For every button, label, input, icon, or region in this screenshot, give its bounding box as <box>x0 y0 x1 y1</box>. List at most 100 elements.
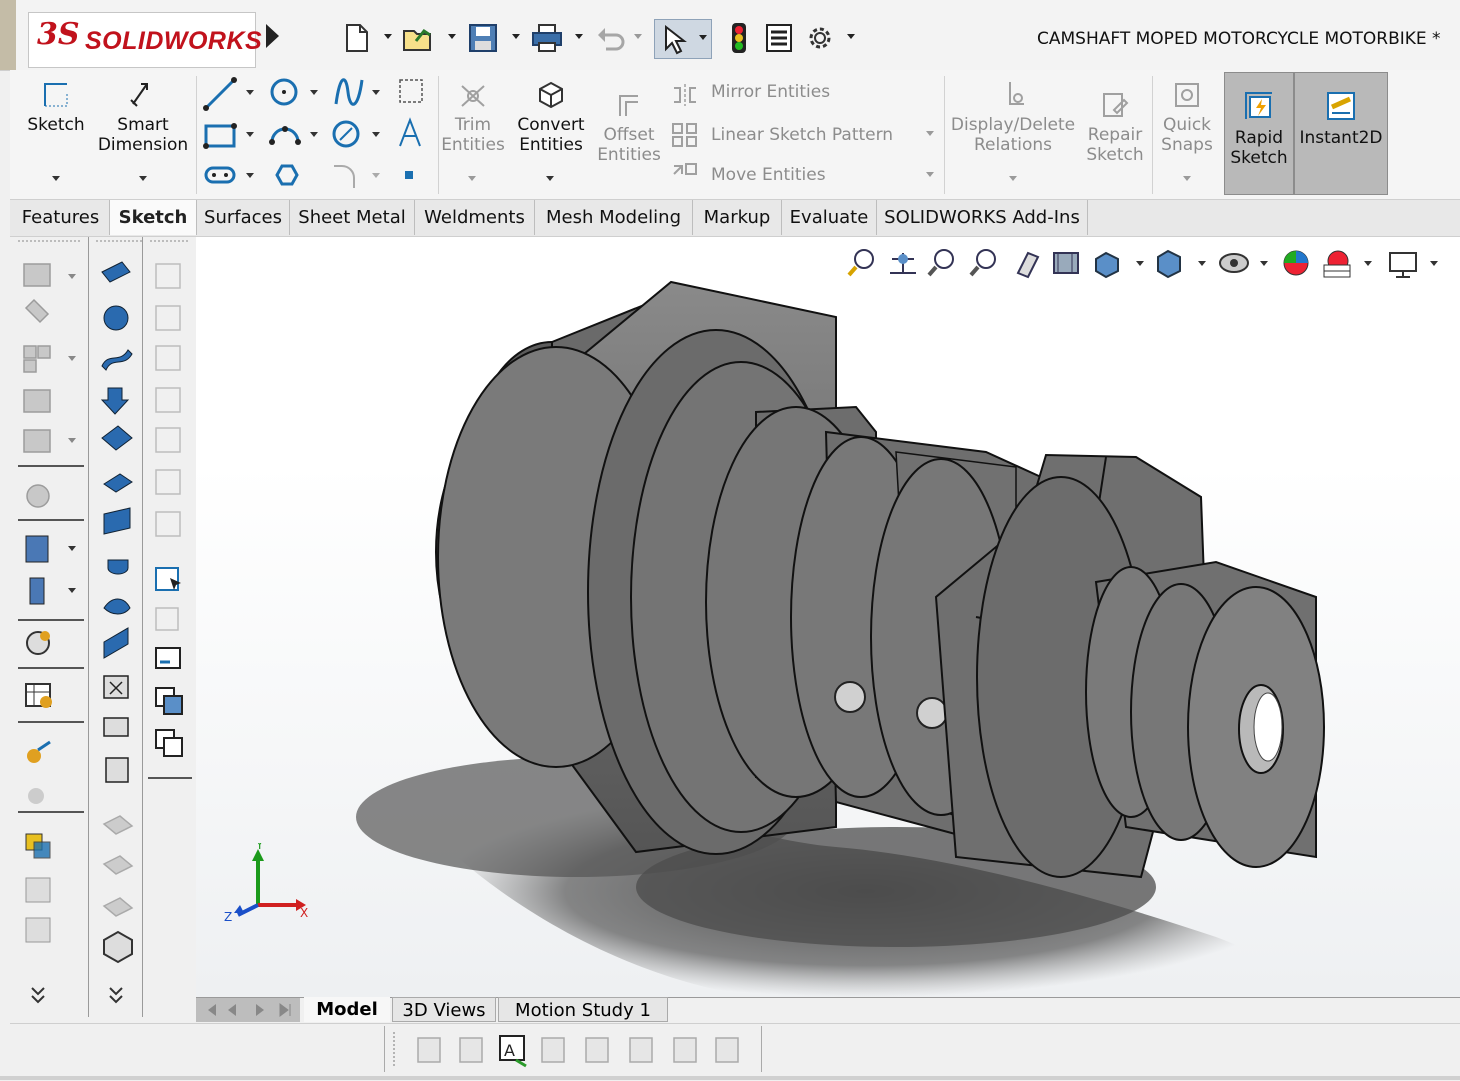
left-toolbar-icons <box>18 240 192 1004</box>
svg-text:A: A <box>504 1041 515 1060</box>
relations-label-1: Display/Delete <box>950 115 1076 135</box>
offset-label-1: Offset <box>603 125 655 145</box>
new-document-icon[interactable] <box>340 20 374 56</box>
smart-dimension-button[interactable]: Smart Dimension <box>96 80 190 155</box>
tab-solidworks-add-ins[interactable]: SOLIDWORKS Add-Ins <box>877 200 1088 235</box>
tab-surfaces[interactable]: Surfaces <box>197 200 290 235</box>
instant2d-label: Instant2D <box>1299 128 1383 148</box>
linear-sketch-pattern-label: Linear Sketch Pattern <box>711 125 894 145</box>
quick-snaps-icon <box>1175 83 1199 107</box>
undo-dropdown-icon[interactable] <box>634 34 642 39</box>
move-entities-dropdown-icon[interactable] <box>926 172 934 177</box>
solidworks-logo[interactable]: 3S SOLIDWORKS <box>28 12 262 68</box>
open-dropdown-icon[interactable] <box>448 34 456 39</box>
print-dropdown-icon[interactable] <box>575 34 583 39</box>
smart-dimension-icon <box>130 83 148 107</box>
convert-dropdown-icon[interactable] <box>546 176 554 181</box>
fillet-icon <box>334 165 355 188</box>
sketch-entities-grid <box>203 77 423 188</box>
open-document-icon[interactable] <box>402 20 436 56</box>
relations-icon <box>1009 82 1024 105</box>
convert-label-2: Entities <box>519 135 583 155</box>
instant2d-icon <box>1327 92 1355 120</box>
relations-dropdown-icon[interactable] <box>1009 176 1017 181</box>
sketch-dropdown-icon[interactable] <box>52 176 60 181</box>
trim-label-2: Entities <box>441 135 505 155</box>
offset-entities-icon <box>619 95 638 116</box>
point-icon <box>405 171 413 179</box>
trim-label-1: Trim <box>454 115 492 135</box>
options-dropdown-icon[interactable] <box>847 34 855 39</box>
circle-icon <box>270 78 298 106</box>
trim-dropdown-icon[interactable] <box>468 176 476 181</box>
options-gear-icon[interactable] <box>803 20 837 56</box>
rapid-sketch-button[interactable]: Rapid Sketch <box>1224 72 1294 195</box>
sketch-button[interactable]: Sketch <box>22 80 90 135</box>
sketch-label: Sketch <box>27 115 85 135</box>
tab-scroll-buttons[interactable] <box>196 998 300 1022</box>
tab-3d-views[interactable]: 3D Views <box>392 997 496 1022</box>
rebuild-traffic-light-icon[interactable] <box>722 20 756 56</box>
ellipse-icon <box>332 120 360 148</box>
tab-sketch[interactable]: Sketch <box>110 200 197 235</box>
smart-label-2: Dimension <box>97 135 189 155</box>
window-bottom-edge <box>0 1076 1460 1080</box>
graphics-area[interactable]: Y X Z <box>196 237 1460 997</box>
tab-mesh-modeling[interactable]: Mesh Modeling <box>535 200 693 235</box>
smart-label-1: Smart <box>117 115 169 135</box>
sketch-text-box-icon <box>399 79 423 103</box>
mirror-entities-icon <box>674 84 696 106</box>
file-properties-icon[interactable] <box>762 20 796 56</box>
convert-label-1: Convert <box>517 115 585 135</box>
rapid-label-2: Sketch <box>1230 148 1288 168</box>
triad-z-label: Z <box>224 910 232 923</box>
undo-icon[interactable] <box>594 20 628 56</box>
arc-icon <box>269 126 301 145</box>
select-cursor-icon <box>665 25 687 55</box>
save-dropdown-icon[interactable] <box>512 34 520 39</box>
tab-markup[interactable]: Markup <box>693 200 782 235</box>
save-icon[interactable] <box>466 20 500 56</box>
linear-pattern-icon <box>672 123 697 147</box>
polygon-icon <box>275 164 299 186</box>
print-icon[interactable] <box>530 20 564 56</box>
display-delete-relations-button[interactable]: Display/Delete Relations <box>950 80 1076 155</box>
tab-weldments[interactable]: Weldments <box>415 200 535 235</box>
instant2d-button[interactable]: Instant2D <box>1294 72 1388 195</box>
tab-motion-study-1[interactable]: Motion Study 1 <box>498 997 668 1022</box>
quick-snaps-dropdown-icon[interactable] <box>1183 176 1191 181</box>
triad-y-label: Y <box>255 843 264 852</box>
camshaft-3d-model[interactable] <box>196 237 1460 997</box>
move-entities-icon <box>673 163 697 175</box>
select-button[interactable] <box>654 19 712 59</box>
line-icon <box>203 77 237 111</box>
smart-dimension-dropdown-icon[interactable] <box>139 176 147 181</box>
repair-sketch-button[interactable]: Repair Sketch <box>1082 90 1148 165</box>
rectangle-icon <box>203 123 237 149</box>
sketch-text-icon <box>399 117 421 147</box>
linear-pattern-dropdown-icon[interactable] <box>926 131 934 136</box>
convert-entities-icon <box>539 81 563 109</box>
repair-label-1: Repair <box>1087 125 1143 145</box>
spline-icon <box>334 78 364 106</box>
annotation-toolbar-icons[interactable]: A <box>390 1030 760 1070</box>
new-dropdown-icon[interactable] <box>384 34 392 39</box>
tab-features[interactable]: Features <box>12 200 110 235</box>
tab-evaluate[interactable]: Evaluate <box>782 200 877 235</box>
coordinate-triad: Y X Z <box>224 843 308 923</box>
ribbon-separator <box>438 76 439 194</box>
select-dropdown-icon[interactable] <box>699 35 707 40</box>
offset-entities-button[interactable]: Offset Entities <box>596 90 662 165</box>
quick-snaps-label-2: Snaps <box>1161 135 1213 155</box>
quick-snaps-label-1: Quick <box>1162 115 1212 135</box>
convert-entities-button[interactable]: Convert Entities <box>512 80 590 155</box>
relations-label-2: Relations <box>973 135 1053 155</box>
repair-label-2: Sketch <box>1086 145 1144 165</box>
tab-model[interactable]: Model <box>304 997 390 1022</box>
rapid-label-1: Rapid <box>1234 128 1284 148</box>
quick-snaps-button[interactable]: Quick Snaps <box>1156 80 1218 155</box>
menu-expand-arrow-icon[interactable] <box>266 24 279 48</box>
trim-entities-button[interactable]: Trim Entities <box>440 80 506 155</box>
trim-icon <box>461 85 485 107</box>
tab-sheet-metal[interactable]: Sheet Metal <box>290 200 415 235</box>
